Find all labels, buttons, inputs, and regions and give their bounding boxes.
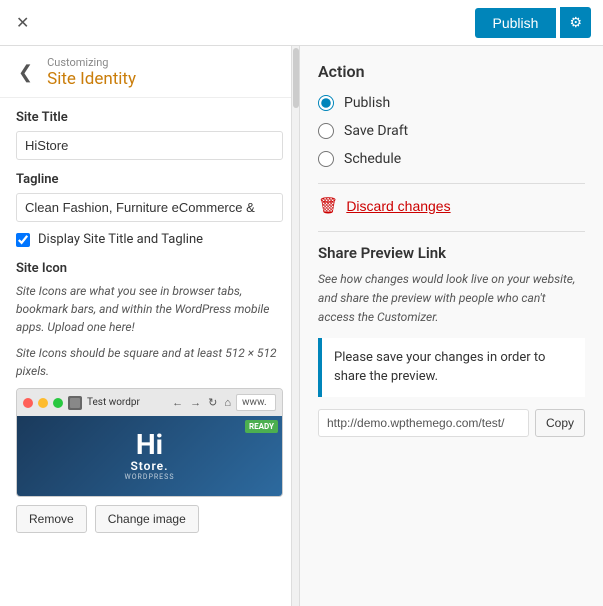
copy-button[interactable]: Copy: [535, 409, 585, 437]
scroll-indicator[interactable]: [291, 46, 299, 606]
close-button[interactable]: ✕: [12, 9, 33, 37]
preview-url-input[interactable]: [318, 409, 529, 437]
divider2: [318, 231, 585, 232]
site-icon-label: Site Icon: [16, 261, 283, 276]
section-title: Site Identity: [47, 69, 136, 89]
radio-option-draft[interactable]: Save Draft: [318, 123, 585, 139]
radio-option-publish[interactable]: Publish: [318, 95, 585, 111]
browser-body: READY Hi Store. WORDPRESS: [17, 416, 282, 496]
site-icon-desc1: Site Icons are what you see in browser t…: [16, 282, 283, 336]
store-name-text: Store.: [130, 459, 168, 473]
discard-button[interactable]: Discard changes: [346, 198, 450, 214]
main-layout: ❮ Customizing Site Identity Site Title T…: [0, 46, 603, 606]
browser-home-btn[interactable]: ⌂: [222, 396, 233, 410]
radio-group: Publish Save Draft Schedule: [318, 95, 585, 167]
settings-button[interactable]: ⚙: [560, 7, 591, 38]
dot-red: [23, 398, 33, 408]
action-title: Action: [318, 62, 585, 81]
tagline-label: Tagline: [16, 172, 283, 187]
change-image-button[interactable]: Change image: [95, 505, 199, 533]
remove-image-button[interactable]: Remove: [16, 505, 87, 533]
favicon-icon: [70, 398, 80, 408]
url-copy-row: Copy: [318, 409, 585, 437]
publish-button[interactable]: Publish: [475, 8, 557, 38]
display-checkbox-label: Display Site Title and Tagline: [38, 232, 203, 247]
dot-green: [53, 398, 63, 408]
left-panel: ❮ Customizing Site Identity Site Title T…: [0, 46, 300, 606]
share-preview-desc: See how changes would look live on your …: [318, 270, 585, 328]
browser-controls: ← → ↻ ⌂ www.: [170, 394, 276, 411]
radio-draft-label: Save Draft: [344, 123, 408, 139]
customizing-label: Customizing: [47, 56, 136, 69]
dot-yellow: [38, 398, 48, 408]
radio-schedule[interactable]: [318, 151, 334, 167]
browser-tab-text: Test wordpr: [87, 397, 140, 408]
radio-publish-label: Publish: [344, 95, 390, 111]
store-wp-text: WORDPRESS: [125, 473, 175, 481]
scroll-thumb: [293, 48, 299, 108]
store-logo: Hi Store. WORDPRESS: [125, 431, 175, 481]
breadcrumb: ❮ Customizing Site Identity: [0, 46, 299, 98]
radio-publish[interactable]: [318, 95, 334, 111]
form-content: Site Title Tagline Display Site Title an…: [0, 98, 299, 545]
store-hi-text: Hi: [136, 431, 163, 459]
display-checkbox[interactable]: [16, 233, 30, 247]
share-preview-title: Share Preview Link: [318, 244, 585, 262]
browser-address-bar: www.: [236, 394, 276, 411]
info-box: Please save your changes in order to sha…: [318, 338, 585, 397]
divider: [318, 183, 585, 184]
discard-row: 🗑 Discard changes: [318, 196, 585, 215]
breadcrumb-text: Customizing Site Identity: [47, 56, 136, 89]
right-panel: Action Publish Save Draft Schedule 🗑 Dis…: [300, 46, 603, 606]
radio-schedule-label: Schedule: [344, 151, 401, 167]
top-bar: ✕ Publish ⚙: [0, 0, 603, 46]
store-badge: READY: [245, 420, 278, 433]
store-image: READY Hi Store. WORDPRESS: [17, 416, 282, 496]
browser-chrome: Test wordpr ← → ↻ ⌂ www.: [17, 389, 282, 416]
publish-area: Publish ⚙: [475, 7, 591, 38]
radio-option-schedule[interactable]: Schedule: [318, 151, 585, 167]
browser-forward-btn[interactable]: →: [188, 396, 203, 410]
site-icon-desc2: Site Icons should be square and at least…: [16, 344, 283, 380]
browser-back-btn[interactable]: ←: [170, 396, 185, 410]
browser-mockup: Test wordpr ← → ↻ ⌂ www. READY Hi St: [16, 388, 283, 497]
browser-favicon: [68, 396, 82, 410]
browser-refresh-btn[interactable]: ↻: [206, 395, 219, 410]
display-checkbox-row: Display Site Title and Tagline: [16, 232, 283, 247]
image-buttons: Remove Change image: [16, 505, 283, 533]
radio-draft[interactable]: [318, 123, 334, 139]
tagline-input[interactable]: [16, 193, 283, 222]
back-button[interactable]: ❮: [12, 60, 39, 85]
trash-icon: 🗑: [318, 196, 338, 215]
site-title-input[interactable]: [16, 131, 283, 160]
site-title-label: Site Title: [16, 110, 283, 125]
